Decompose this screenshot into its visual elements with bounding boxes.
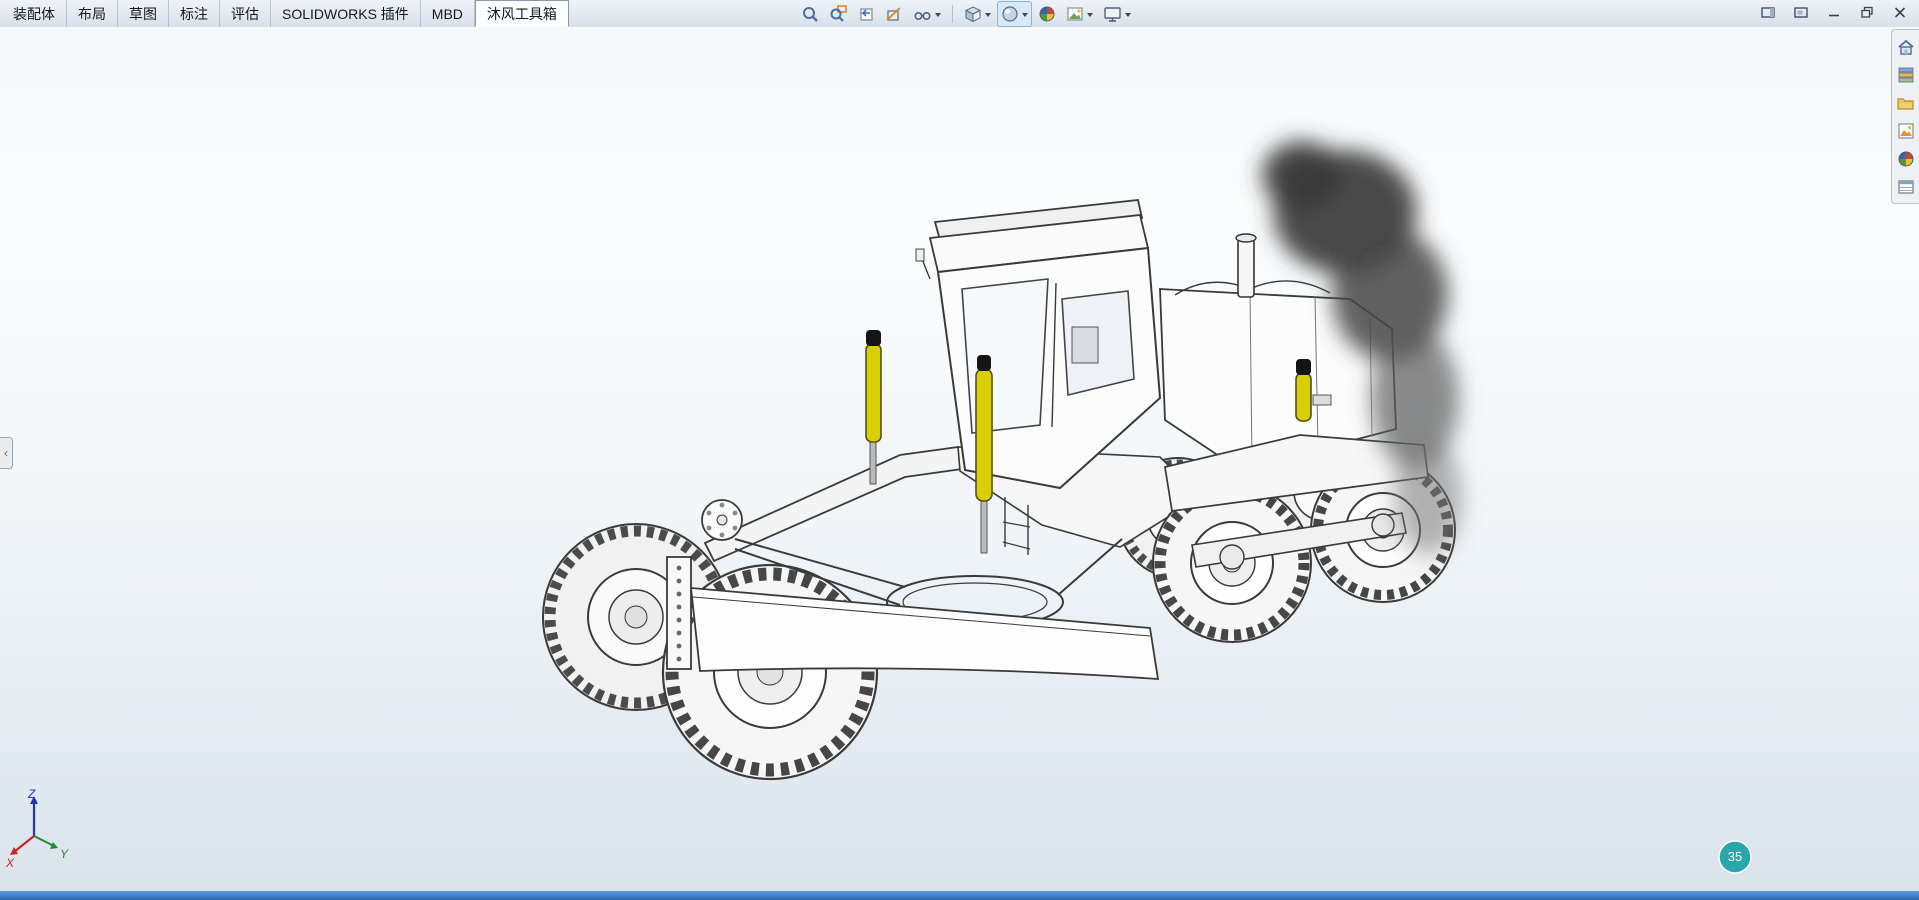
feature-panel-collapse-tab[interactable]: ‹ <box>0 437 13 469</box>
tab-solidworks-addins[interactable]: SOLIDWORKS 插件 <box>271 0 421 27</box>
collapse-arrow-icon: ‹ <box>4 446 8 460</box>
float-panel-icon <box>1793 6 1808 18</box>
exhaust-stack <box>1235 233 1257 298</box>
heads-up-view-toolbar <box>797 0 1135 27</box>
monitor-icon <box>1104 6 1121 22</box>
magnifier-area-icon <box>830 4 847 22</box>
close-button[interactable] <box>1891 4 1909 20</box>
section-view-icon <box>886 6 901 21</box>
bogie-hub-back <box>1371 513 1395 537</box>
tab-mbd[interactable]: MBD <box>421 0 475 27</box>
minimize-button[interactable] <box>1825 4 1843 20</box>
ribbon-tab-bar: 装配体 布局 草图 标注 评估 SOLIDWORKS 插件 MBD 沐风工具箱 <box>2 0 569 27</box>
edit-appearance-button[interactable] <box>1034 1 1060 27</box>
display-style-button[interactable] <box>997 0 1032 27</box>
window-controls <box>1759 4 1909 20</box>
design-library-button[interactable] <box>1894 63 1917 86</box>
previous-view-button[interactable] <box>853 1 879 27</box>
graphics-viewport[interactable] <box>0 27 1919 891</box>
minimize-icon <box>1829 14 1839 16</box>
chevron-down-icon <box>935 12 941 20</box>
hydraulic-cylinder-right <box>975 355 993 554</box>
section-view-button[interactable] <box>881 1 907 27</box>
tab-layout[interactable]: 布局 <box>67 0 118 27</box>
glasses-icon <box>914 11 931 20</box>
front-pivot-flange <box>701 499 743 541</box>
solidworks-window: 装配体 布局 草图 标注 评估 SOLIDWORKS 插件 MBD 沐风工具箱 <box>0 0 1919 900</box>
dock-window-button[interactable] <box>1759 4 1777 20</box>
model-motor-grader <box>542 141 1462 781</box>
apply-scene-button[interactable] <box>1062 1 1097 27</box>
recorder-badge[interactable]: 35 <box>1716 838 1754 876</box>
scene-icon <box>1067 6 1083 21</box>
badge-count: 35 <box>1728 849 1742 864</box>
zoom-to-fit-button[interactable] <box>797 1 823 27</box>
windshield <box>961 278 1049 434</box>
gooseneck-frame <box>703 445 964 563</box>
properties-table-icon <box>1897 179 1914 194</box>
magnifier-icon <box>803 6 818 22</box>
x-axis-label: X <box>5 856 15 870</box>
restore-button[interactable] <box>1858 4 1876 20</box>
dynamic-annotation-views-button[interactable] <box>909 1 945 27</box>
view-settings-button[interactable] <box>1099 1 1135 27</box>
appearances-ball-icon <box>1898 151 1913 166</box>
books-stack-icon <box>1898 67 1913 82</box>
zoom-to-area-button[interactable] <box>825 1 851 27</box>
tab-annotation[interactable]: 标注 <box>169 0 220 27</box>
y-axis-label: Y <box>60 847 69 861</box>
file-explorer-button[interactable] <box>1894 91 1917 114</box>
restore-icon <box>1861 6 1873 18</box>
bogie-hub-front <box>1219 544 1245 570</box>
solidworks-resources-button[interactable] <box>1894 35 1917 58</box>
tab-sketch[interactable]: 草图 <box>118 0 169 27</box>
tab-evaluate[interactable]: 评估 <box>220 0 271 27</box>
title-ribbon-bar: 装配体 布局 草图 标注 评估 SOLIDWORKS 插件 MBD 沐风工具箱 <box>0 0 1919 28</box>
hydraulic-cylinder-left <box>865 330 882 485</box>
appearance-ball-icon <box>1039 6 1055 21</box>
view-palette-button[interactable] <box>1894 119 1917 142</box>
chevron-down-icon <box>1087 12 1093 20</box>
bottom-status-strip <box>0 891 1919 900</box>
toolbar-separator <box>952 4 953 23</box>
folder-icon <box>1896 97 1914 110</box>
view-palette-icon <box>1897 122 1914 139</box>
view-orientation-button[interactable] <box>960 1 995 27</box>
float-window-button[interactable] <box>1792 4 1810 20</box>
dock-panel-icon <box>1760 6 1775 18</box>
previous-view-icon <box>860 7 873 21</box>
chevron-down-icon <box>985 12 991 20</box>
close-icon <box>1894 6 1906 18</box>
chevron-down-icon <box>1125 12 1131 20</box>
custom-properties-button[interactable] <box>1894 175 1917 198</box>
z-axis-label: Z <box>27 788 36 801</box>
tab-assembly[interactable]: 装配体 <box>2 0 67 27</box>
tab-mufeng-toolbox[interactable]: 沐风工具箱 <box>474 0 569 27</box>
reference-triad: Z X Y <box>5 788 69 870</box>
task-pane <box>1891 29 1919 204</box>
appearances-scenes-button[interactable] <box>1894 147 1917 170</box>
chevron-down-icon <box>1022 12 1028 20</box>
home-icon <box>1897 39 1914 55</box>
shaded-sphere-icon <box>1002 5 1018 22</box>
cube-icon <box>964 5 982 22</box>
